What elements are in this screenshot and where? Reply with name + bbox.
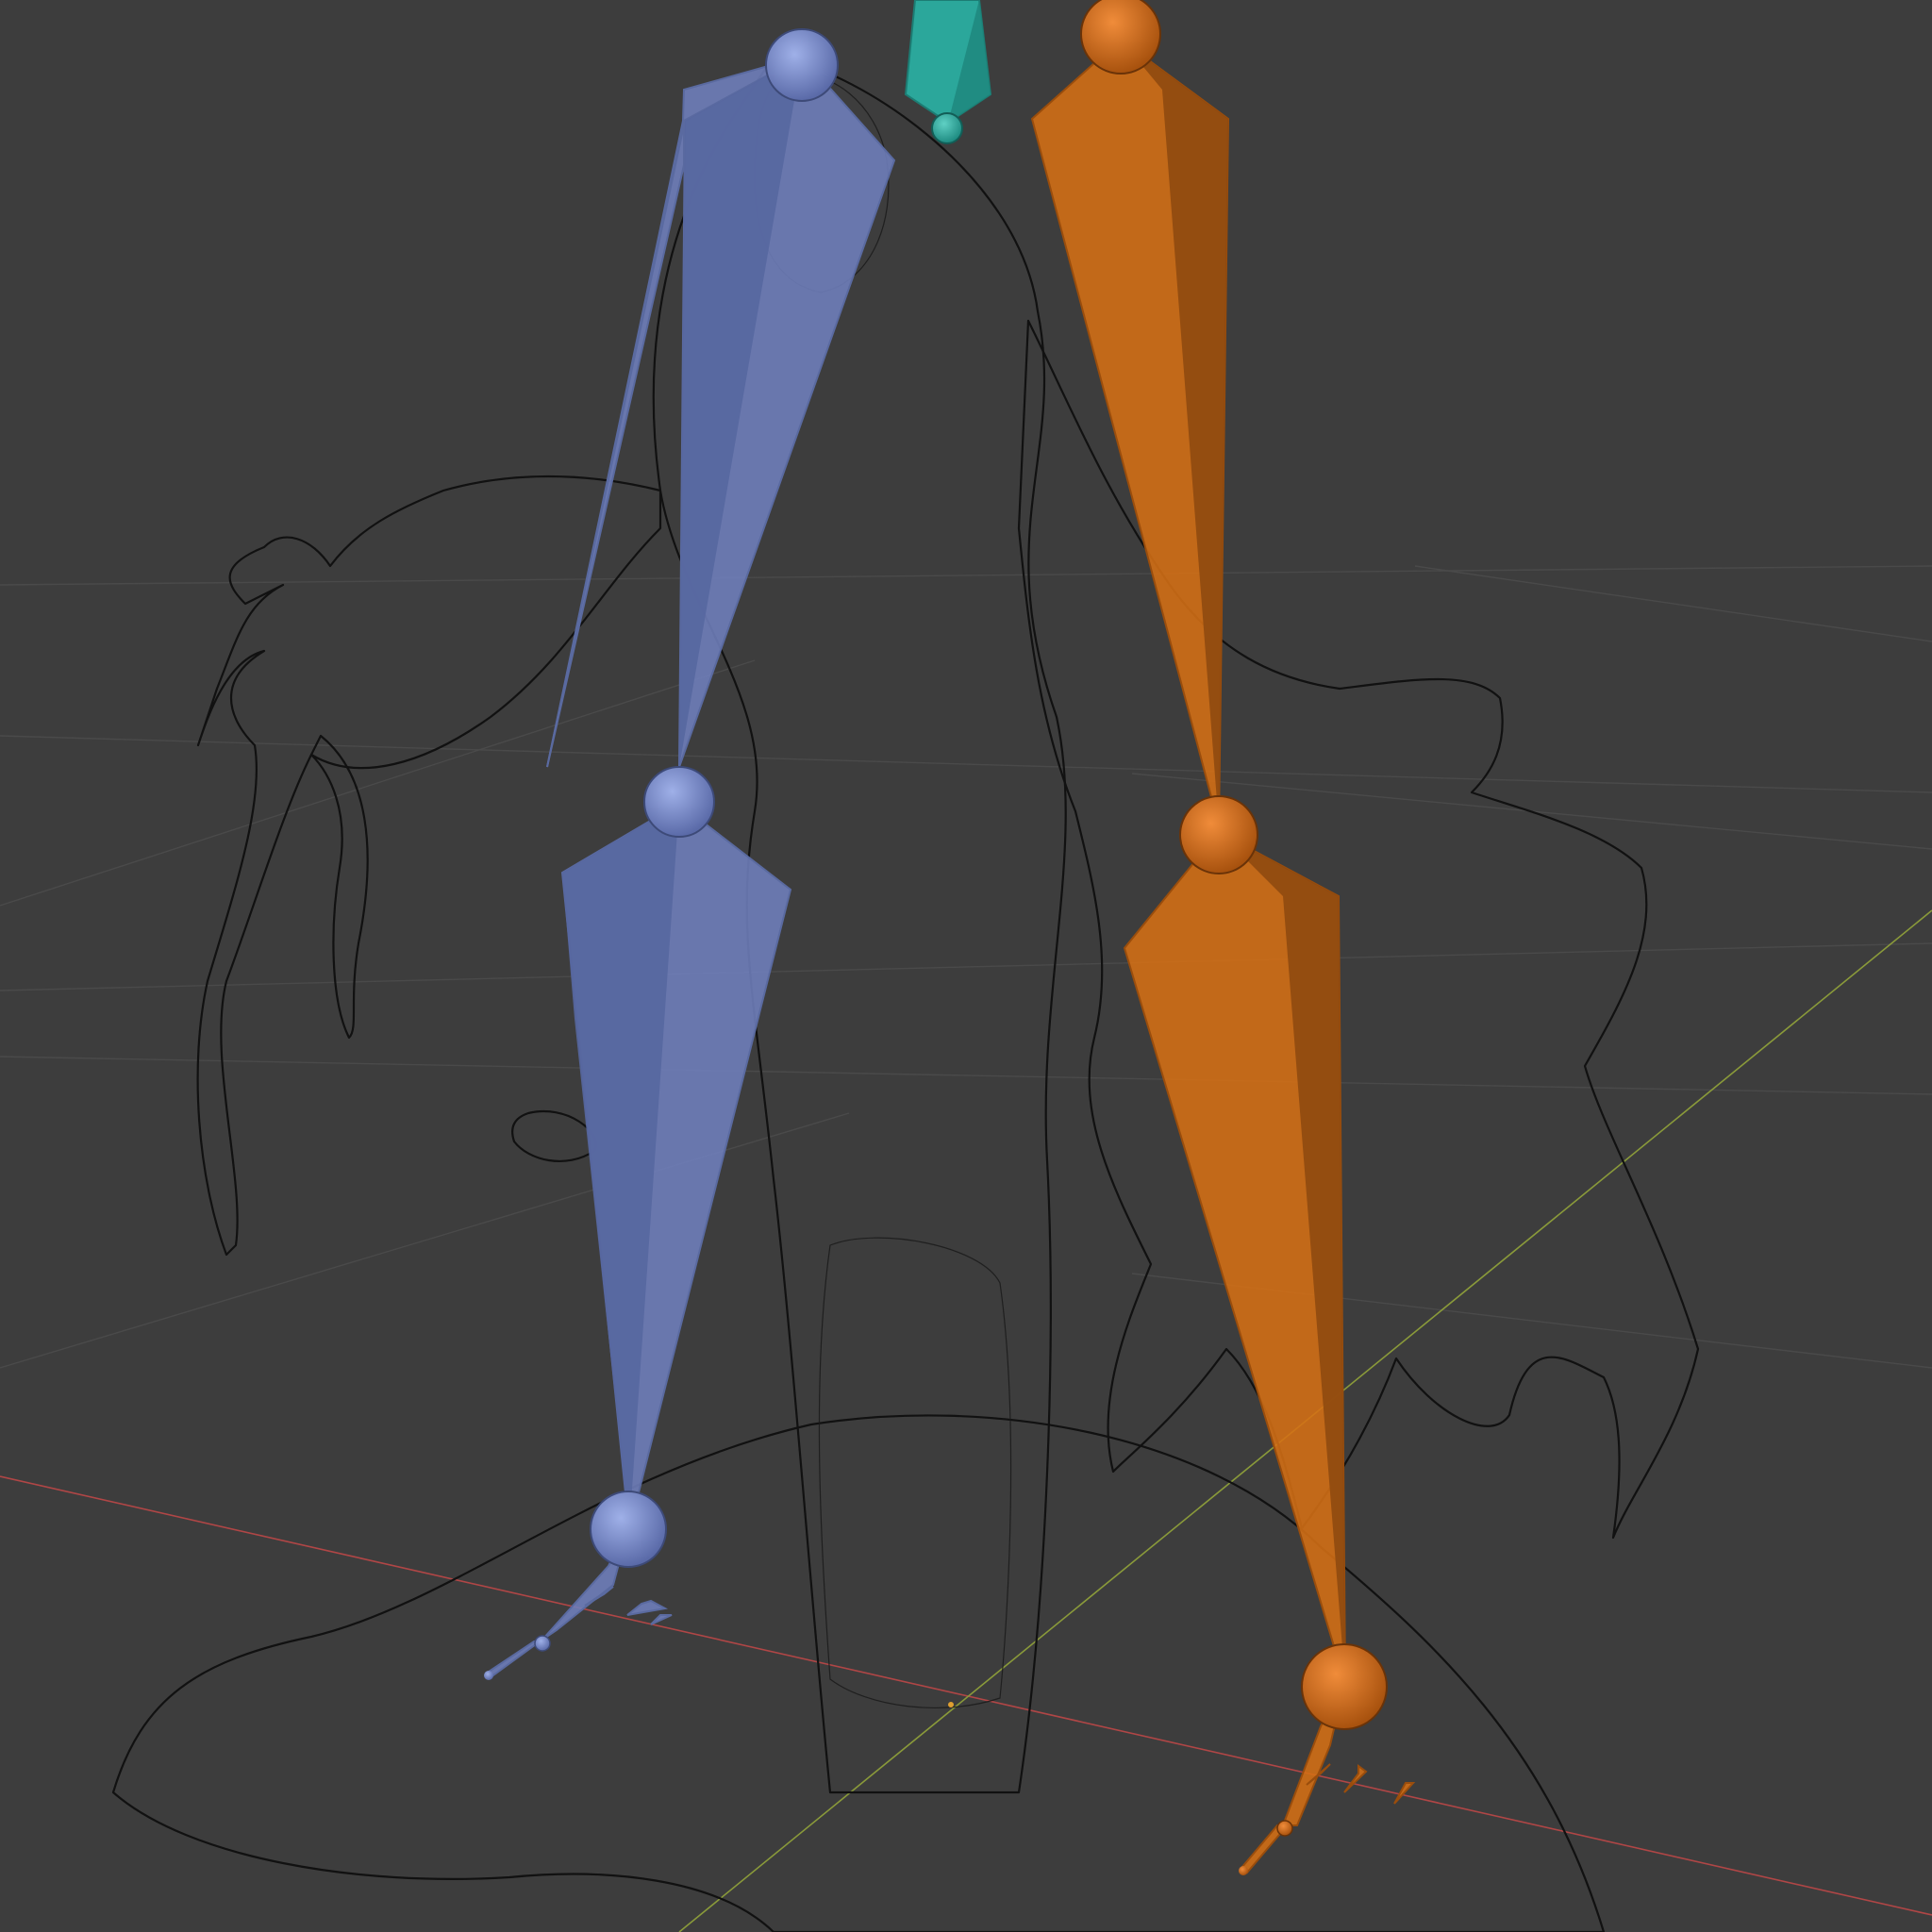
bone-toe-left-4 (650, 1614, 673, 1625)
mesh-arm-right (1017, 319, 1700, 1540)
joint-toe-tip-left (484, 1671, 493, 1680)
mesh-arm-left-finger (309, 734, 369, 1040)
viewport-canvas[interactable] (0, 0, 1932, 1932)
joint-toe-left[interactable] (534, 1635, 551, 1652)
joint-toe-right[interactable] (1276, 1820, 1293, 1837)
joint-spine-tail[interactable] (931, 112, 963, 144)
bone-toe-left-3 (626, 1599, 669, 1616)
mesh-left-knob (511, 1110, 597, 1162)
joint-hip-left[interactable] (765, 28, 839, 102)
joint-hip-right[interactable] (1080, 0, 1161, 75)
mesh-leg-inner (818, 1237, 1012, 1709)
joint-knee-right[interactable] (1179, 795, 1258, 874)
armature-right-chain[interactable] (1030, 0, 1416, 1875)
character-mesh-wireframe[interactable] (111, 55, 1700, 1932)
armature-left-chain[interactable] (484, 28, 896, 1680)
joint-knee-left[interactable] (643, 766, 715, 838)
joint-ankle-left[interactable] (590, 1491, 667, 1568)
floor-grid (0, 565, 1932, 1369)
bone-toe-right-3 (1343, 1764, 1368, 1793)
bone-toe-left[interactable] (487, 1639, 543, 1679)
x-axis-line (0, 1475, 1932, 1916)
joint-toe-tip-right (1239, 1866, 1248, 1875)
joint-ankle-right[interactable] (1301, 1643, 1388, 1730)
3d-viewport[interactable] (0, 0, 1932, 1932)
origin-dot (948, 1702, 954, 1707)
armature-center[interactable] (904, 0, 992, 144)
